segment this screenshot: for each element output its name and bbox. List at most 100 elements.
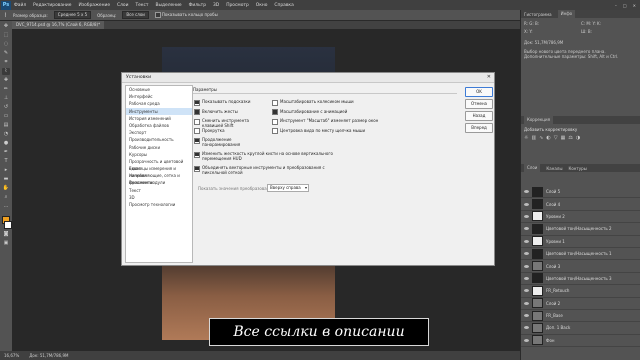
hue-sat-icon[interactable]: ▦ [561,135,566,141]
dialog-close-icon[interactable]: ✕ [487,74,491,80]
option-checkbox[interactable]: Масштабирование с анимацией [272,109,412,115]
visibility-eye-icon[interactable] [524,227,529,231]
option-checkbox[interactable]: Объединять векторные инструменты и преоб… [194,165,344,175]
ring-checkbox-box[interactable] [154,12,161,18]
menu-window[interactable]: Окно [256,3,268,8]
healing-tool-icon[interactable]: ✚ [2,77,10,84]
tab-paths[interactable]: Контуры [568,166,586,171]
forward-button[interactable]: Вперед [465,123,493,133]
checkbox-box[interactable] [194,99,200,106]
nav-item[interactable]: Инструменты [126,107,192,115]
hand-tool-icon[interactable]: ✋ [2,185,10,192]
move-tool-icon[interactable]: ✥ [2,23,10,30]
bw-icon[interactable]: ◑ [576,135,580,141]
visibility-eye-icon[interactable] [524,276,529,280]
layer-row[interactable]: Цветовой тон/Насыщенность 1 [521,248,640,261]
pen-tool-icon[interactable]: ✒ [2,149,10,156]
checkbox-box[interactable] [194,165,200,172]
document-tab[interactable]: DVC_9714.psd @ 16,7% (Слой 6, RGB/8)* [12,21,105,29]
nav-item[interactable]: Производительность [126,136,192,143]
eyedropper-tool-icon[interactable]: ⌇ [2,68,10,75]
nav-item[interactable]: Прозрачность и цветовой охват [126,158,192,171]
nav-item[interactable]: Рабочие диски [126,144,192,151]
edit-toolbar-icon[interactable]: … [2,203,10,210]
visibility-eye-icon[interactable] [524,338,529,342]
menu-image[interactable]: Изображение [78,3,110,8]
brightness-icon[interactable]: ☼ [524,135,528,141]
option-checkbox[interactable]: Сменить инструмента клавишей Shift [194,118,270,128]
nav-item[interactable]: История изменений [126,115,192,122]
option-checkbox[interactable]: Показывать подсказки [194,99,270,106]
menu-edit[interactable]: Редактирование [33,3,71,8]
nav-item[interactable]: Обработка файлов [126,122,192,129]
layer-row[interactable]: Цветовой тон/Насыщенность 3 [521,273,640,286]
nav-item[interactable]: Просмотр технологии [126,201,192,208]
layer-row[interactable]: Доп. 1 Back [521,322,640,335]
checkbox-box[interactable] [272,128,278,134]
exposure-icon[interactable]: ◐ [546,135,550,141]
cancel-button[interactable]: Отмена [465,99,493,109]
visibility-eye-icon[interactable] [524,214,529,218]
background-color-swatch[interactable] [4,221,12,229]
layer-row[interactable]: Фон [521,335,640,348]
path-select-tool-icon[interactable]: ▸ [2,167,10,174]
maximize-icon[interactable]: □ [623,3,627,8]
nav-item[interactable]: Внешние модули [126,179,192,186]
transform-values-select[interactable]: Вверху справа ▾ [267,184,309,192]
layer-row[interactable]: Уровни 2 [521,211,640,224]
dodge-tool-icon[interactable]: ● [2,140,10,147]
layer-row[interactable]: FR_Base [521,310,640,323]
minimize-icon[interactable]: – [615,3,617,8]
sample-layer-select[interactable]: Все слои [122,11,149,19]
tab-info[interactable]: Инфо [557,10,576,18]
visibility-eye-icon[interactable] [524,264,529,268]
sample-size-select[interactable]: Среднее 5 x 5 [53,11,92,19]
nav-item[interactable]: Текст [126,187,192,194]
zoom-level[interactable]: 16,67% [4,353,19,358]
layer-row[interactable]: FR_Retouch [521,285,640,298]
ring-checkbox[interactable]: Показывать кольцо пробы [154,12,218,18]
close-icon[interactable]: ✕ [633,3,636,8]
type-tool-icon[interactable]: T [2,158,10,165]
layer-row[interactable]: Слой 2 [521,298,640,310]
menu-view[interactable]: Просмотр [226,3,249,8]
checkbox-box[interactable] [194,118,200,125]
layer-row[interactable]: Слой 5 [521,186,640,199]
vibrance-icon[interactable]: ▽ [554,135,558,141]
option-checkbox[interactable]: Масштабировать колесиком мыши [272,99,412,106]
color-balance-icon[interactable]: ⚖ [568,135,572,141]
checkbox-box[interactable] [272,118,278,125]
checkbox-box[interactable] [194,151,200,158]
option-checkbox[interactable]: Прокрутка [194,128,270,134]
quick-select-tool-icon[interactable]: ✎ [2,50,10,57]
checkbox-box[interactable] [194,128,200,134]
gradient-tool-icon[interactable]: ▤ [2,122,10,129]
nav-item[interactable]: Основные [126,86,192,93]
option-checkbox[interactable]: Изменить жесткость круглой кисти на осно… [194,151,344,161]
levels-icon[interactable]: ▥ [531,135,536,141]
nav-item[interactable]: Интерфейс [126,93,192,100]
menu-type[interactable]: Текст [135,3,148,8]
brush-tool-icon[interactable]: ✏ [2,86,10,93]
stamp-tool-icon[interactable]: ⊥ [2,95,10,102]
nav-item[interactable]: Экспорт [126,129,192,136]
visibility-eye-icon[interactable] [524,202,529,206]
checkbox-box[interactable] [194,109,200,115]
tab-histogram[interactable]: Гистограмма [524,12,552,17]
nav-item[interactable]: Направляющие, сетка и фрагменты [126,172,192,185]
checkbox-box[interactable] [272,99,278,106]
visibility-eye-icon[interactable] [524,326,529,330]
nav-item[interactable]: Единицы измерения и линейки [126,165,192,178]
curves-icon[interactable]: ∿ [539,135,543,141]
option-checkbox[interactable]: Центровка вида по месту щелчка мыши [272,128,412,134]
tab-channels[interactable]: Каналы [546,166,562,171]
back-button[interactable]: Назад [465,111,493,121]
blur-tool-icon[interactable]: ◔ [2,131,10,138]
option-checkbox[interactable]: Включить жесты [194,109,270,115]
tab-corrections[interactable]: Коррекция [524,116,553,124]
layer-row[interactable]: Слой 3 [521,260,640,273]
menu-layers[interactable]: Слои [117,3,128,8]
visibility-eye-icon[interactable] [524,239,529,243]
menu-file[interactable]: Файл [14,3,26,8]
history-brush-tool-icon[interactable]: ↺ [2,104,10,111]
